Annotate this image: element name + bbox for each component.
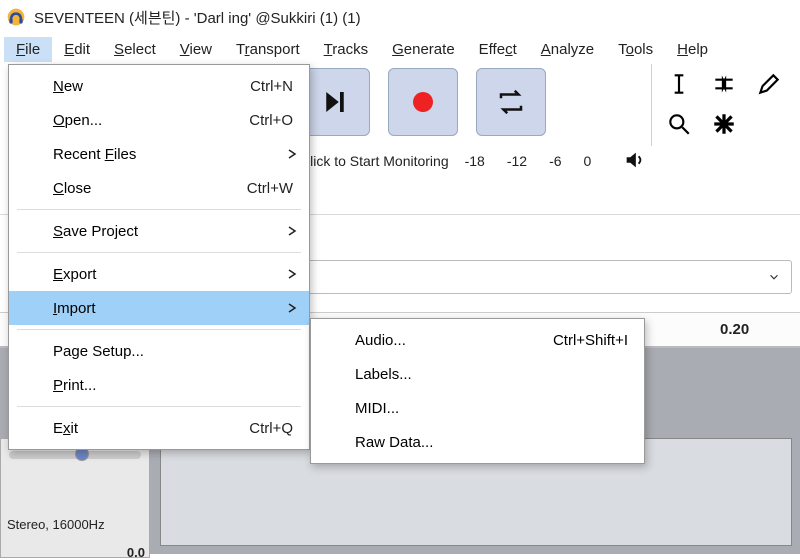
titlebar: SEVENTEEN (세븐틴) - 'Darl ing' @Sukkiri (1… bbox=[0, 0, 800, 34]
menu-file[interactable]: File bbox=[4, 37, 52, 62]
file-menu-dropdown: NewCtrl+N Open...Ctrl+O Recent Files Clo… bbox=[8, 64, 310, 450]
menu-view[interactable]: View bbox=[168, 37, 224, 62]
window-title: SEVENTEEN (세븐틴) - 'Darl ing' @Sukkiri (1… bbox=[34, 7, 361, 28]
file-menu-export[interactable]: Export bbox=[9, 257, 309, 291]
selection-tool[interactable] bbox=[656, 64, 701, 104]
magnifier-icon bbox=[666, 111, 692, 137]
track-info: Stereo, 16000Hz bbox=[7, 517, 143, 532]
loop-button[interactable] bbox=[476, 68, 546, 136]
skip-end-button[interactable] bbox=[300, 68, 370, 136]
menu-separator bbox=[17, 209, 301, 210]
file-menu-save-project[interactable]: Save Project bbox=[9, 214, 309, 248]
import-midi[interactable]: MIDI... bbox=[311, 391, 644, 425]
meter-tick: 0 bbox=[584, 153, 592, 169]
chevron-right-icon bbox=[287, 146, 297, 163]
chevron-right-icon bbox=[287, 300, 297, 317]
chevron-right-icon bbox=[287, 266, 297, 283]
meter-click-text: Click to Start Monitoring bbox=[300, 153, 449, 169]
file-menu-page-setup[interactable]: Page Setup... bbox=[9, 334, 309, 368]
menu-generate[interactable]: Generate bbox=[380, 37, 467, 62]
transport-controls bbox=[300, 68, 546, 136]
toolbar-separator bbox=[651, 64, 652, 146]
tool-empty bbox=[746, 104, 791, 144]
meter-tick: -18 bbox=[465, 153, 485, 169]
chevron-right-icon bbox=[287, 223, 297, 240]
ibeam-icon bbox=[666, 71, 692, 97]
speaker-icon[interactable] bbox=[623, 149, 645, 174]
import-audio[interactable]: Audio...Ctrl+Shift+I bbox=[311, 323, 644, 357]
menu-separator bbox=[17, 252, 301, 253]
gain-slider[interactable] bbox=[9, 451, 141, 459]
loop-icon bbox=[496, 87, 526, 117]
file-menu-import[interactable]: Import bbox=[9, 291, 309, 325]
skip-end-icon bbox=[320, 87, 350, 117]
import-submenu: Audio...Ctrl+Shift+I Labels... MIDI... R… bbox=[310, 318, 645, 464]
track-control-panel[interactable]: 0.0 Stereo, 16000Hz bbox=[0, 438, 150, 558]
menu-separator bbox=[17, 406, 301, 407]
chevron-down-icon bbox=[767, 270, 781, 284]
import-labels[interactable]: Labels... bbox=[311, 357, 644, 391]
menu-tools[interactable]: Tools bbox=[606, 37, 665, 62]
menu-tracks[interactable]: Tracks bbox=[312, 37, 380, 62]
menu-analyze[interactable]: Analyze bbox=[529, 37, 606, 62]
menu-separator bbox=[17, 329, 301, 330]
file-menu-close[interactable]: CloseCtrl+W bbox=[9, 171, 309, 205]
file-menu-new[interactable]: NewCtrl+N bbox=[9, 69, 309, 103]
menu-transport[interactable]: Transport bbox=[224, 37, 312, 62]
import-raw-data[interactable]: Raw Data... bbox=[311, 425, 644, 459]
tool-panel bbox=[656, 64, 792, 144]
file-menu-exit[interactable]: ExitCtrl+Q bbox=[9, 411, 309, 445]
audacity-icon bbox=[6, 7, 26, 27]
menu-effect[interactable]: Effect bbox=[467, 37, 529, 62]
draw-tool[interactable] bbox=[746, 64, 791, 104]
device-dropdown[interactable] bbox=[300, 260, 792, 294]
meter-tick: -6 bbox=[549, 153, 561, 169]
pencil-icon bbox=[756, 71, 782, 97]
recording-meter[interactable]: Click to Start Monitoring -18 -12 -6 0 bbox=[300, 146, 800, 176]
file-menu-open[interactable]: Open...Ctrl+O bbox=[9, 103, 309, 137]
menu-help[interactable]: Help bbox=[665, 37, 720, 62]
menubar: File Edit Select View Transport Tracks G… bbox=[0, 34, 800, 64]
multi-tool[interactable] bbox=[701, 104, 746, 144]
asterisk-icon bbox=[711, 111, 737, 137]
menu-select[interactable]: Select bbox=[102, 37, 168, 62]
menu-edit[interactable]: Edit bbox=[52, 37, 102, 62]
record-icon bbox=[408, 87, 438, 117]
record-button[interactable] bbox=[388, 68, 458, 136]
meter-tick: -12 bbox=[507, 153, 527, 169]
file-menu-recent[interactable]: Recent Files bbox=[9, 137, 309, 171]
file-menu-print[interactable]: Print... bbox=[9, 368, 309, 402]
zoom-tool[interactable] bbox=[656, 104, 701, 144]
timeline-tick: 0.20 bbox=[720, 321, 749, 338]
envelope-tool[interactable] bbox=[701, 64, 746, 104]
envelope-icon bbox=[711, 71, 737, 97]
gain-db-label: 0.0 bbox=[127, 545, 145, 560]
